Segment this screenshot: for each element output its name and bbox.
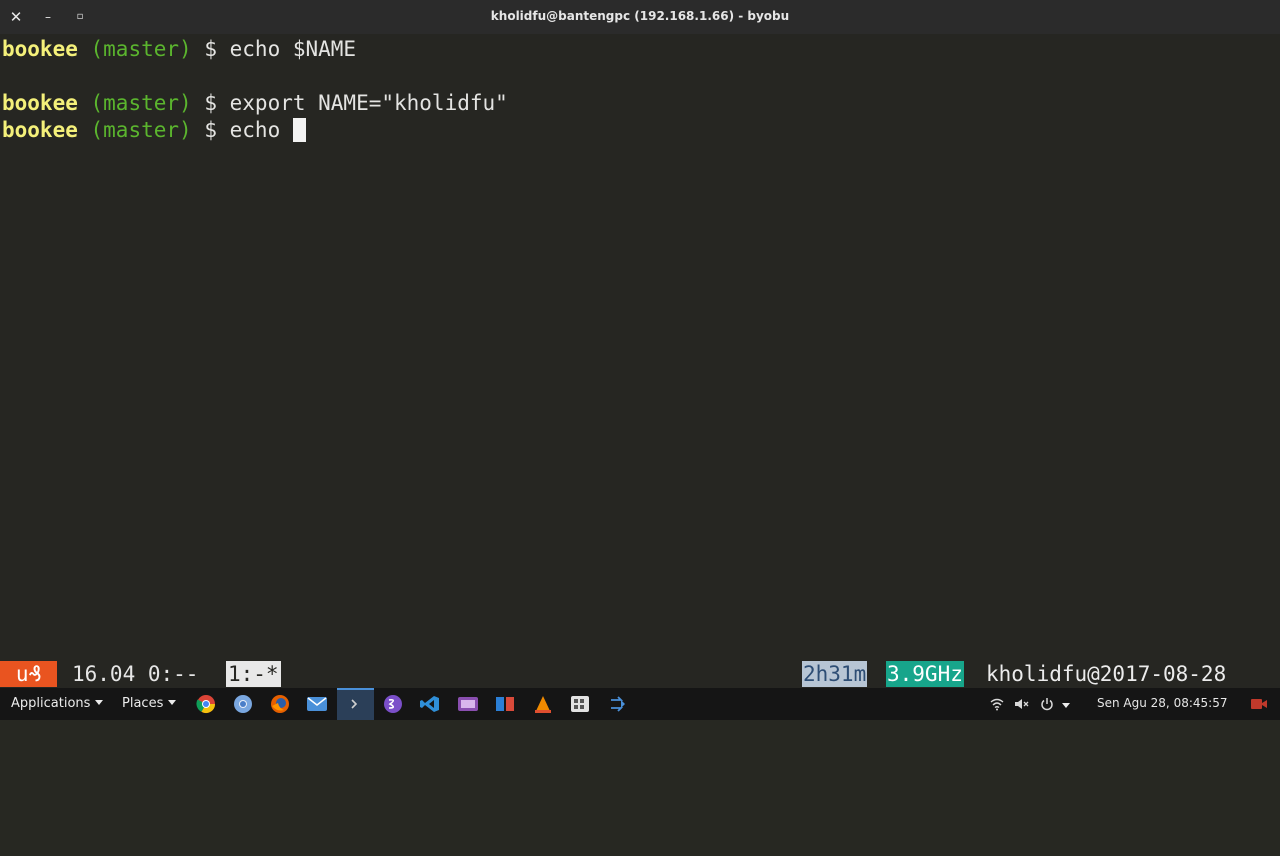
chrome-icon[interactable] <box>195 694 217 714</box>
prompt-host: bookee <box>2 37 78 61</box>
prompt-host: bookee <box>2 91 78 115</box>
places-label: Places <box>122 696 164 711</box>
terminal-line: bookee (master) $ export NAME="kholidfu" <box>2 90 508 116</box>
prompt-symbol: $ <box>204 91 217 115</box>
command-input[interactable]: echo <box>230 118 293 142</box>
window-list-tab[interactable]: 1:-* <box>226 661 281 687</box>
screen-recorder-icon[interactable] <box>1250 697 1268 711</box>
cpu-freq-status: 3.9GHz <box>886 661 964 687</box>
prompt-host: bookee <box>2 118 78 142</box>
prompt-symbol: $ <box>204 118 217 142</box>
emacs-icon[interactable] <box>382 694 404 714</box>
prompt-branch: (master) <box>90 91 192 115</box>
applications-menu[interactable]: Applications <box>11 696 104 711</box>
release-load-status: 16.04 0:-- <box>72 662 199 686</box>
volume-icon[interactable] <box>1014 697 1030 711</box>
tray-menu-icon[interactable] <box>1062 703 1070 708</box>
command-text: echo $NAME <box>229 37 357 61</box>
terminal-pane[interactable]: bookee (master) $ echo $NAME bookee (mas… <box>0 34 1280 660</box>
share-icon[interactable] <box>607 694 629 714</box>
byobu-status-bar: u₰ 16.04 0:-- 1:-* 2h31m 3.9GHz kholidfu… <box>0 660 1280 688</box>
prompt-symbol: $ <box>204 37 217 61</box>
terminal-line: bookee (master) $ echo <box>2 117 306 143</box>
vlc-icon[interactable] <box>532 694 554 714</box>
ubuntu-logo-badge: u₰ <box>0 661 57 687</box>
files-icon[interactable] <box>494 694 516 714</box>
desktop-taskbar: Applications Places Sen Agu 28, 08:45:57 <box>0 688 1280 720</box>
terminal-icon[interactable] <box>344 694 366 714</box>
mail-icon[interactable] <box>306 694 328 714</box>
applications-label: Applications <box>11 696 91 711</box>
clock[interactable]: Sen Agu 28, 08:45:57 <box>1097 696 1227 710</box>
prompt-branch: (master) <box>90 37 192 61</box>
text-cursor <box>292 118 306 142</box>
vscode-icon[interactable] <box>419 694 441 714</box>
chevron-down-icon <box>168 700 177 705</box>
chromium-icon[interactable] <box>232 694 254 714</box>
command-text: export NAME="kholidfu" <box>229 91 508 115</box>
wifi-icon[interactable] <box>990 697 1004 711</box>
window-title: kholidfu@bantengpc (192.168.1.66) - byob… <box>490 9 790 23</box>
places-menu[interactable]: Places <box>122 696 177 711</box>
terminal-line: bookee (master) $ echo $NAME <box>2 36 356 62</box>
video-editor-icon[interactable] <box>457 694 479 714</box>
power-icon[interactable] <box>1040 697 1054 711</box>
prompt-branch: (master) <box>90 118 192 142</box>
chevron-down-icon <box>95 700 104 705</box>
calculator-icon[interactable] <box>569 694 591 714</box>
uptime-status: 2h31m <box>802 661 868 687</box>
firefox-icon[interactable] <box>269 694 291 714</box>
window-titlebar: ✕ – ▫ kholidfu@bantengpc (192.168.1.66) … <box>0 0 1280 35</box>
user-date-status: kholidfu@2017-08-28 <box>986 662 1227 686</box>
